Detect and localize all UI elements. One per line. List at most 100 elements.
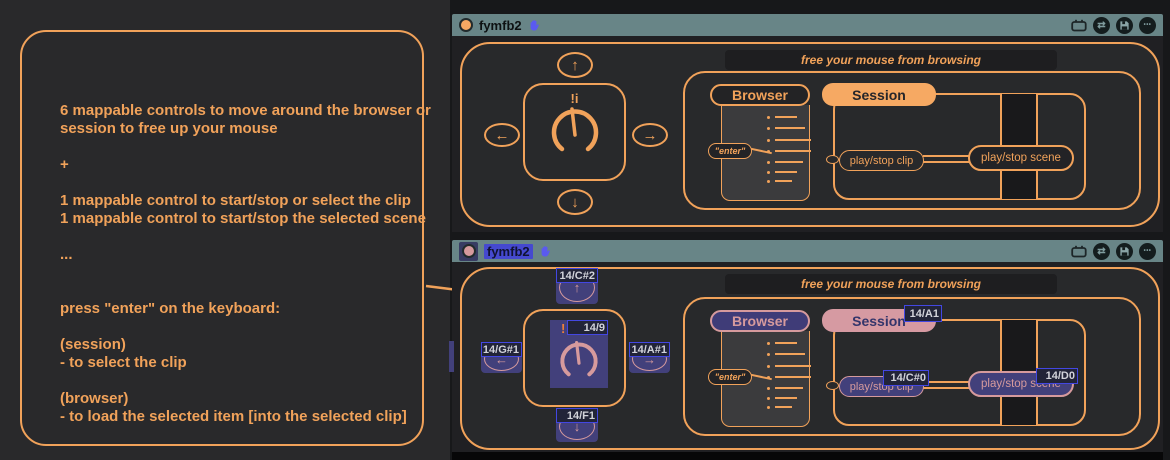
list-dot (767, 406, 770, 409)
tab-browser[interactable]: Browser (710, 310, 810, 332)
list-row (722, 405, 809, 409)
enter-key-hint: "enter" (708, 143, 752, 159)
list-line (775, 150, 811, 152)
midi-map-label-scene: 14/D0 (1036, 368, 1078, 384)
list-row (722, 364, 809, 368)
device-view-bottom-edge (452, 452, 1163, 460)
list-dot (767, 161, 770, 164)
nav-right-button-mapped[interactable]: → 14/A#1 (629, 342, 670, 373)
down-arrow-icon: ↓ (571, 194, 579, 211)
device-fymfb2-top: fymfb2 ⇄ ••• free yo (452, 14, 1163, 232)
nav-up-button[interactable]: ↑ (557, 52, 593, 78)
list-row (722, 126, 809, 130)
device-window-icon[interactable] (1071, 245, 1087, 258)
neighbor-device-sliver (449, 341, 454, 372)
play-stop-clip-button[interactable]: play/stop clip (839, 150, 924, 171)
list-row (722, 396, 809, 400)
nav-up-button-mapped[interactable]: ↑ 14/C#2 (556, 268, 598, 304)
list-row (722, 138, 809, 142)
list-row (722, 160, 809, 164)
list-dot (767, 116, 770, 119)
clip-scene-connector (923, 381, 969, 389)
tagline-strip: free your mouse from browsing (725, 274, 1057, 294)
list-dot (767, 397, 770, 400)
list-line (775, 353, 805, 355)
save-preset-icon[interactable] (1116, 243, 1133, 260)
list-dot (767, 365, 770, 368)
nav-left-button[interactable]: ← (484, 123, 520, 147)
midi-map-label-down: 14/F1 (556, 408, 598, 423)
midi-map-label-right: 14/A#1 (629, 342, 670, 357)
nav-right-button[interactable]: → (632, 123, 668, 147)
device-fymfb2-bottom: fymfb2 ⇄ ••• (452, 240, 1163, 452)
list-line (775, 376, 811, 378)
list-row (722, 386, 809, 390)
list-line (775, 116, 797, 118)
device-activator-toggle[interactable] (462, 244, 476, 258)
list-dot (767, 127, 770, 130)
right-arrow-icon: → (643, 127, 658, 144)
scroll-dial-container: ! 14/9 (523, 309, 626, 407)
note-box: 6 mappable controls to move around the b… (20, 30, 424, 446)
more-options-icon[interactable]: ••• (1139, 243, 1156, 260)
device-activator-toggle[interactable] (459, 18, 473, 32)
device-title: fymfb2 (484, 244, 533, 259)
play-stop-scene-button[interactable]: play/stop scene (968, 145, 1074, 171)
enter-key-hint: "enter" (708, 369, 752, 385)
midi-map-label-up: 14/C#2 (556, 268, 598, 283)
dial-knob[interactable] (556, 336, 602, 384)
scroll-dial-container: !i (523, 83, 626, 181)
list-row (722, 341, 809, 345)
annotation-area: 6 mappable controls to move around the b… (0, 0, 450, 460)
device-window-icon[interactable] (1071, 19, 1087, 32)
list-row (722, 170, 809, 174)
list-line (775, 342, 797, 344)
dial-alert: ! (561, 321, 565, 336)
left-arrow-icon: ← (495, 127, 510, 144)
midi-map-label-left: 14/G#1 (481, 342, 522, 357)
list-line (775, 397, 797, 399)
device-title-bar: fymfb2 ⇄ ••• (452, 14, 1163, 36)
tab-session[interactable]: Session (822, 83, 936, 106)
device-title-bar: fymfb2 ⇄ ••• (452, 240, 1163, 262)
list-row (722, 352, 809, 356)
more-options-icon[interactable]: ••• (1139, 17, 1156, 34)
nav-down-button-mapped[interactable]: ↓ 14/F1 (556, 408, 598, 442)
device-title: fymfb2 (479, 18, 522, 33)
clip-scene-connector (923, 155, 969, 163)
max-hand-icon (528, 18, 541, 32)
list-line (775, 180, 792, 182)
clip-connector-nub (826, 155, 839, 164)
midi-map-label-clip: 14/C#0 (883, 370, 929, 386)
list-row (722, 179, 809, 183)
list-dot (767, 171, 770, 174)
list-line (775, 139, 811, 141)
list-line (775, 171, 797, 173)
hot-swap-icon[interactable]: ⇄ (1093, 17, 1110, 34)
dial-knob[interactable] (546, 103, 604, 159)
list-dot (767, 180, 770, 183)
tagline-text: free your mouse from browsing (801, 277, 981, 291)
max-hand-icon (539, 244, 552, 258)
app-window: 6 mappable controls to move around the b… (0, 0, 1170, 460)
list-line (775, 365, 811, 367)
list-dot (767, 387, 770, 390)
save-preset-icon[interactable] (1116, 17, 1133, 34)
list-line (775, 406, 792, 408)
activator-map-chip (459, 242, 478, 261)
midi-map-label-session: 14/A1 (904, 305, 942, 322)
list-row (722, 115, 809, 119)
nav-down-button[interactable]: ↓ (557, 189, 593, 215)
midi-map-label-dial: 14/9 (567, 320, 608, 335)
tagline-text: free your mouse from browsing (801, 53, 981, 67)
dial-mapped-patch[interactable]: ! 14/9 (550, 320, 608, 388)
nav-left-button-mapped[interactable]: ← 14/G#1 (481, 342, 522, 373)
list-dot (767, 139, 770, 142)
list-dot (767, 342, 770, 345)
hot-swap-icon[interactable]: ⇄ (1093, 243, 1110, 260)
list-line (775, 387, 803, 389)
list-line (775, 127, 805, 129)
tab-browser[interactable]: Browser (710, 84, 810, 106)
up-arrow-icon: ↑ (571, 57, 579, 74)
tagline-strip: free your mouse from browsing (725, 50, 1057, 70)
